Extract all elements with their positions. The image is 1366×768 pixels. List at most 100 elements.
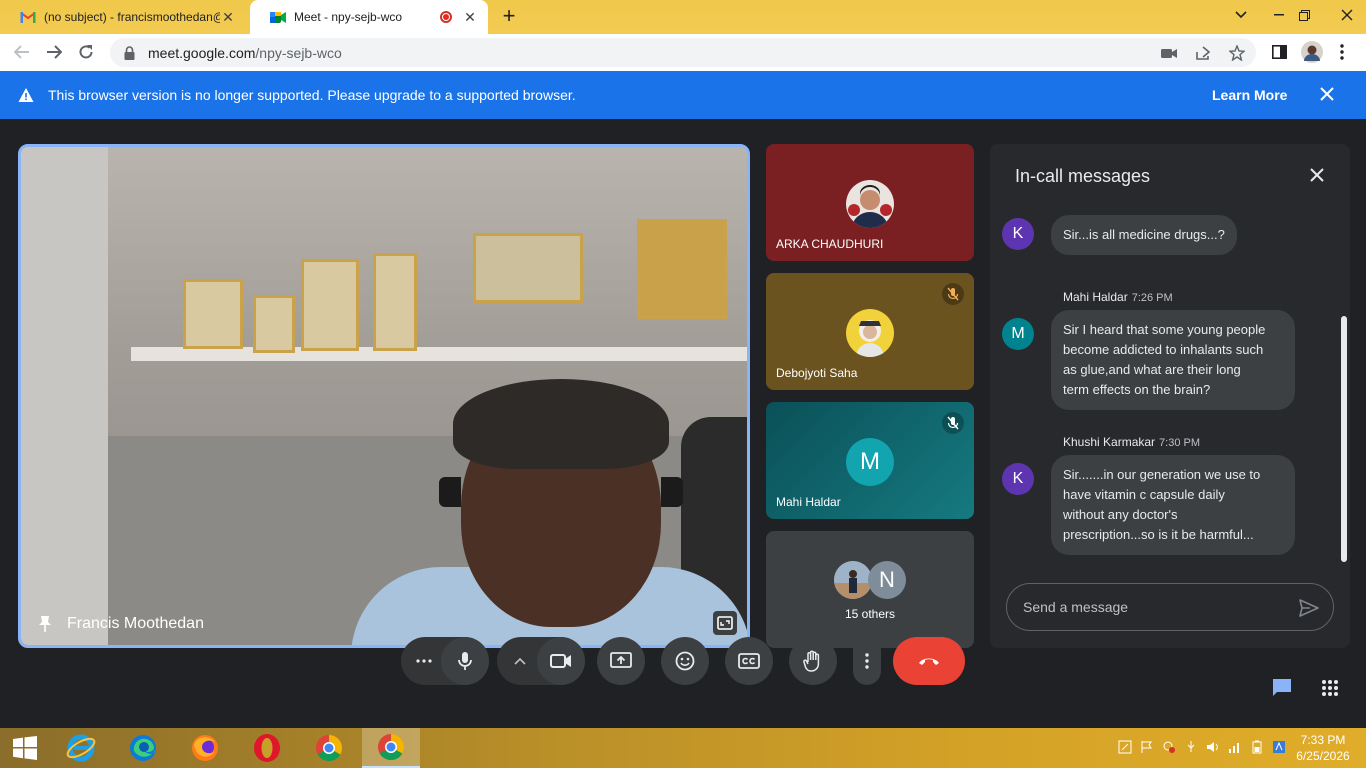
tab-gmail[interactable]: (no subject) - francismoothedan@ ✕: [0, 0, 246, 34]
system-tray: [1118, 740, 1286, 754]
pen-icon[interactable]: [1118, 740, 1132, 754]
present-screen-button[interactable]: [597, 637, 645, 685]
edge-icon[interactable]: [114, 728, 172, 768]
activities-grid-icon[interactable]: [1306, 664, 1354, 712]
internet-explorer-icon[interactable]: [52, 728, 110, 768]
camera-in-use-icon[interactable]: [1160, 44, 1178, 62]
flag-icon[interactable]: [1140, 740, 1154, 754]
usb-icon[interactable]: [1184, 740, 1198, 754]
raise-hand-button[interactable]: [789, 637, 837, 685]
main-video-tile[interactable]: Francis Moothedan: [18, 144, 750, 648]
clock-time: 7:33 PM: [1300, 733, 1346, 747]
video-headset: [439, 477, 683, 507]
url-path: /npy-sejb-wco: [255, 44, 342, 61]
send-icon[interactable]: [1299, 598, 1319, 618]
main-tile-name: Francis Moothedan: [67, 615, 204, 632]
participant-name: Mahi Haldar: [776, 495, 841, 509]
close-banner-icon[interactable]: [1320, 84, 1334, 107]
pin-icon[interactable]: [37, 615, 53, 633]
participant-tile-mahi[interactable]: M Mahi Haldar: [766, 402, 974, 519]
windows-taskbar: 7:33 PM 6/25/2026: [0, 728, 1366, 768]
video-frame: [373, 253, 417, 351]
participant-tile-debojyoti[interactable]: Debojyoti Saha: [766, 273, 974, 390]
sender-avatar: K: [1002, 463, 1034, 495]
battery-icon[interactable]: [1250, 740, 1264, 754]
others-tile[interactable]: N 15 others: [766, 531, 974, 648]
address-bar[interactable]: meet.google.com/npy-sejb-wco: [110, 38, 1256, 67]
video-person-hair: [453, 379, 669, 469]
others-count: 15 others: [844, 607, 896, 621]
meet-icon: [270, 9, 286, 25]
participant-tile-arka[interactable]: ARKA CHAUDHURI: [766, 144, 974, 261]
message-line: Sir.......in our generation we use to: [1063, 467, 1261, 482]
mic-off-icon: [942, 412, 964, 434]
clock-date: 6/25/2026: [1296, 749, 1350, 763]
opera-icon[interactable]: [238, 728, 296, 768]
windows-start-icon[interactable]: [0, 728, 50, 768]
language-icon[interactable]: [1272, 740, 1286, 754]
mic-off-icon: [942, 283, 964, 305]
bookmark-star-icon[interactable]: [1228, 44, 1246, 62]
close-window-button[interactable]: [1330, 0, 1364, 30]
chrome-icon[interactable]: [300, 728, 358, 768]
fullscreen-icon[interactable]: [713, 611, 737, 635]
banner-message: This browser version is no longer suppor…: [48, 87, 576, 103]
sender-avatar: M: [1002, 318, 1034, 350]
profile-avatar[interactable]: [1300, 40, 1324, 64]
new-tab-button[interactable]: +: [498, 5, 520, 27]
network-icon[interactable]: [1228, 740, 1242, 754]
learn-more-link[interactable]: Learn More: [1212, 87, 1287, 103]
chevron-up-icon[interactable]: [505, 637, 535, 685]
browser-toolbar: meet.google.com/npy-sejb-wco: [0, 34, 1366, 71]
recording-icon: [440, 11, 452, 23]
side-panel-icon[interactable]: [1270, 40, 1288, 64]
video-frame: [183, 279, 243, 349]
message-time: 7:26 PM: [1131, 292, 1173, 304]
tab-search-icon[interactable]: [1224, 0, 1258, 30]
close-chat-icon[interactable]: [1306, 164, 1328, 186]
tab-title: Meet - npy-sejb-wco: [294, 10, 403, 24]
more-options-icon[interactable]: [409, 637, 439, 685]
unsupported-browser-banner: This browser version is no longer suppor…: [0, 71, 1366, 119]
tab-close-icon[interactable]: ✕: [220, 9, 236, 26]
camera-button[interactable]: [537, 637, 585, 685]
lock-icon[interactable]: [122, 45, 136, 60]
warning-icon: [18, 88, 34, 102]
microphone-button[interactable]: [441, 637, 489, 685]
chat-message-list[interactable]: K Sir...is all medicine drugs...? Mahi H…: [990, 202, 1350, 582]
captions-button[interactable]: [725, 637, 773, 685]
message-meta: Khushi Karmakar 7:30 PM: [1063, 435, 1200, 449]
reload-button[interactable]: [74, 40, 98, 64]
security-icon[interactable]: [1162, 740, 1176, 754]
share-icon[interactable]: [1194, 44, 1212, 62]
chat-toggle-button[interactable]: [1258, 664, 1306, 712]
message-line: have vitamin c capsule daily: [1063, 487, 1225, 502]
more-actions-button[interactable]: [853, 637, 881, 685]
system-clock[interactable]: 7:33 PM 6/25/2026: [1288, 732, 1358, 764]
firefox-icon[interactable]: [176, 728, 234, 768]
chat-input-box[interactable]: [1006, 583, 1334, 631]
message-input[interactable]: [1023, 599, 1283, 615]
forward-button[interactable]: [42, 40, 66, 64]
chrome-active-icon[interactable]: [362, 728, 420, 768]
restore-button[interactable]: [1287, 0, 1321, 30]
mic-control-group: [401, 637, 489, 685]
sender-name: Mahi Haldar: [1063, 290, 1128, 304]
video-frame: [301, 259, 359, 351]
tab-close-icon[interactable]: ✕: [462, 9, 478, 26]
participant-name: Debojyoti Saha: [776, 366, 858, 380]
emoji-reactions-button[interactable]: [661, 637, 709, 685]
sender-avatar: K: [1002, 218, 1034, 250]
chat-scrollbar[interactable]: [1341, 316, 1347, 562]
leave-call-button[interactable]: [893, 637, 965, 685]
back-button[interactable]: [10, 40, 34, 64]
browser-menu-icon[interactable]: [1334, 40, 1350, 64]
message-line: as glue,and what are their long: [1063, 362, 1241, 377]
volume-icon[interactable]: [1206, 740, 1220, 754]
video-shelf: [131, 347, 747, 361]
participant-avatar: M: [846, 438, 894, 486]
message-line: become addicted to inhalants such: [1063, 342, 1264, 357]
message-line: Sir I heard that some young people: [1063, 322, 1266, 337]
message-line: prescription...so is it be harmful...: [1063, 527, 1254, 542]
tab-meet[interactable]: Meet - npy-sejb-wco ✕: [250, 0, 488, 34]
